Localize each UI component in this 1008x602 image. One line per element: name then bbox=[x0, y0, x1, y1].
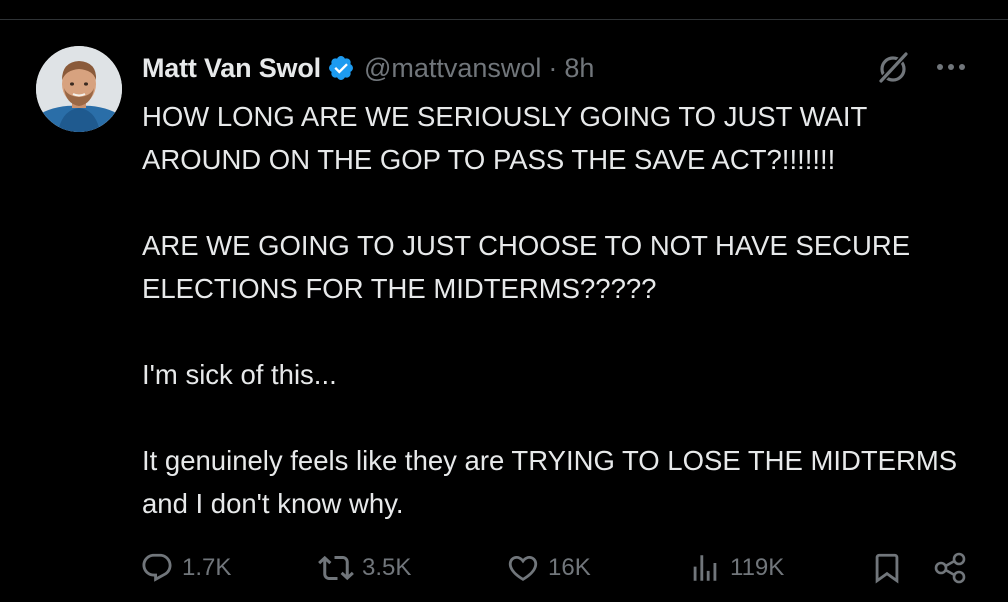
tweet-paragraph: It genuinely feels like they are TRYING … bbox=[142, 445, 958, 519]
avatar-photo bbox=[36, 46, 122, 132]
reply-count: 1.7K bbox=[182, 554, 232, 581]
reply-icon bbox=[142, 553, 172, 582]
tweet-paragraph: I'm sick of this... bbox=[142, 359, 337, 390]
like-button[interactable]: 16K bbox=[506, 546, 591, 590]
author-handle[interactable]: @mattvanswol bbox=[364, 53, 541, 84]
tweet-text: HOW LONG ARE WE SERIOUSLY GOING TO JUST … bbox=[142, 95, 992, 525]
like-icon bbox=[508, 555, 538, 581]
repost-button[interactable]: 3.5K bbox=[318, 546, 411, 590]
separator-dot: · bbox=[548, 52, 558, 83]
more-icon[interactable] bbox=[934, 61, 968, 73]
like-count: 16K bbox=[548, 554, 591, 581]
avatar[interactable] bbox=[36, 46, 122, 132]
grok-icon[interactable] bbox=[875, 50, 911, 86]
author-display-name[interactable]: Matt Van Swol bbox=[142, 53, 321, 84]
share-button[interactable] bbox=[932, 546, 968, 590]
share-icon bbox=[934, 552, 966, 584]
bookmark-button[interactable] bbox=[870, 546, 904, 590]
views-count: 119K bbox=[730, 554, 785, 581]
tweet-actions-bar: 1.7K 3.5K 16K 119K bbox=[0, 546, 1008, 590]
repost-count: 3.5K bbox=[362, 554, 412, 581]
reply-button[interactable]: 1.7K bbox=[140, 546, 231, 590]
views-button[interactable]: 119K bbox=[688, 546, 784, 590]
tweet-paragraph: HOW LONG ARE WE SERIOUSLY GOING TO JUST … bbox=[142, 101, 867, 175]
tweet-header: Matt Van Swol @mattvanswol · 8h bbox=[142, 48, 594, 88]
repost-icon bbox=[318, 555, 354, 581]
views-icon bbox=[693, 555, 717, 581]
top-divider bbox=[0, 19, 1008, 20]
bookmark-icon bbox=[875, 553, 899, 584]
tweet-paragraph: ARE WE GOING TO JUST CHOOSE TO NOT HAVE … bbox=[142, 230, 911, 304]
verified-badge-icon[interactable] bbox=[327, 54, 355, 82]
tweet-timestamp[interactable]: 8h bbox=[564, 53, 594, 84]
